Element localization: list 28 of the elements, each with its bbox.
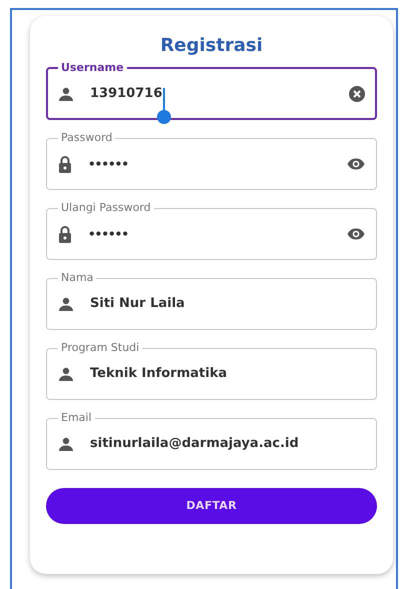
person-icon [58,437,74,451]
text-field[interactable]: Email sitinurlaila@darmajaya.ac.id [46,412,377,470]
eye-icon[interactable] [347,228,365,240]
person-icon [58,87,74,101]
text-field[interactable]: Nama Siti Nur Laila [46,272,377,330]
clear-icon[interactable] [349,86,365,102]
text-field[interactable]: Ulangi Password •••••• [46,202,377,260]
lock-icon [58,225,72,243]
field-label: Ulangi Password [60,202,152,214]
field-label: Nama [60,272,94,284]
field-value: sitinurlaila@darmajaya.ac.id [90,435,299,454]
field-value: Teknik Informatika [90,365,227,384]
text-field[interactable]: Password •••••• [46,132,377,190]
register-button[interactable]: DAFTAR [46,488,377,524]
eye-icon[interactable] [347,158,365,170]
field-value: •••••• [88,156,128,173]
field-value: 13910716 [90,85,162,104]
field-value: •••••• [88,226,128,243]
field-value: Siti Nur Laila [90,295,185,314]
form-title: Registrasi [160,34,263,58]
lock-icon [58,155,72,173]
person-icon [58,367,74,381]
field-label: Email [60,412,93,424]
person-icon [58,297,74,311]
field-label: Password [60,132,114,144]
field-label: Program Studi [60,342,140,354]
text-field[interactable]: Program Studi Teknik Informatika [46,342,377,400]
field-label: Username [60,62,125,74]
